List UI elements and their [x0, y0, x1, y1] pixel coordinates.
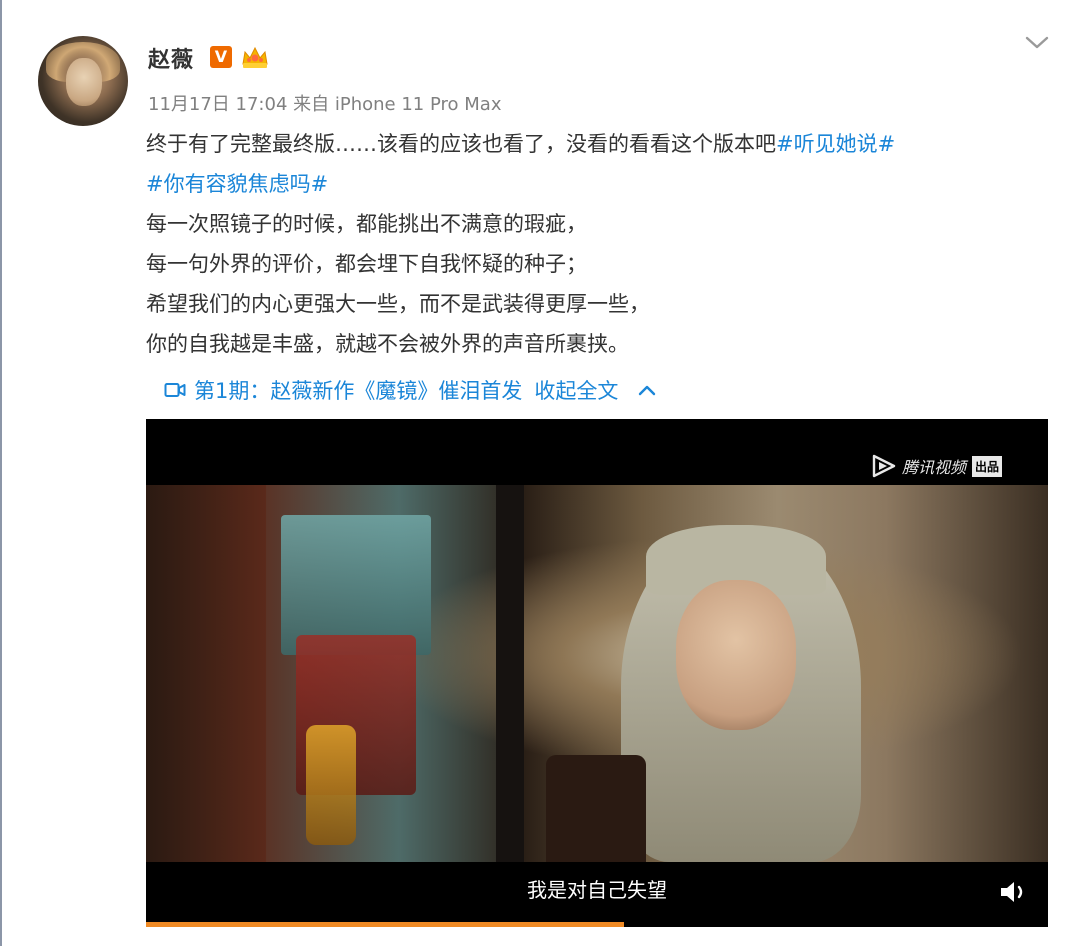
video-link-row: 第1期：赵薇新作《魔镜》催泪首发 收起全文 [164, 370, 656, 410]
chevron-down-icon[interactable] [1024, 32, 1050, 52]
verified-v-icon: V [210, 46, 232, 68]
post-intro-text: 终于有了完整最终版……该看的应该也看了，没看的看看这个版本吧 [146, 132, 776, 156]
tencent-play-icon [872, 454, 896, 478]
avatar-face [66, 58, 102, 106]
username[interactable]: 赵薇 [148, 42, 194, 74]
frame-dark-divider [496, 485, 524, 862]
video-player[interactable]: 腾讯视频 出品 我是对自己失望 [146, 419, 1048, 927]
video-link[interactable]: 第1期：赵薇新作《魔镜》催泪首发 [194, 375, 522, 405]
avatar[interactable] [38, 36, 128, 126]
post-timestamp[interactable]: 11月17日 17:04 [148, 94, 287, 115]
frame-yellow-object [306, 725, 356, 845]
post-line-3: 希望我们的内心更强大一些，而不是武装得更厚一些， [146, 292, 650, 316]
video-progress-fill [146, 922, 625, 927]
weibo-post-card: 赵薇 V 11月17日 17:04 来自 iPhone 11 Pro Max 终… [0, 0, 1080, 946]
video-camera-icon [164, 383, 186, 397]
collapse-text-link[interactable]: 收起全文 [534, 375, 618, 405]
hashtag-appearance-anxiety[interactable]: #你有容貌焦虑吗# [146, 172, 328, 196]
video-progress-bar[interactable] [146, 922, 1048, 927]
frame-teal-box [281, 515, 431, 655]
chevron-up-icon[interactable] [638, 384, 656, 396]
tencent-logo-badge: 出品 [972, 455, 1003, 477]
post-line-2: 每一句外界的评价，都会埋下自我怀疑的种子； [146, 252, 587, 276]
frame-handbag [546, 755, 646, 862]
tencent-video-logo: 腾讯视频 出品 [870, 453, 1003, 479]
video-subtitle: 我是对自己失望 [527, 878, 667, 902]
post-text: 终于有了完整最终版……该看的应该也看了，没看的看看这个版本吧#听见她说# #你有容… [146, 124, 1056, 364]
frame-person-face [676, 580, 796, 730]
source-prefix: 来自 [293, 94, 330, 115]
source-device: iPhone 11 Pro Max [334, 94, 502, 115]
hashtag-listen-to-her[interactable]: #听见她说# [776, 132, 895, 156]
crown-member-icon[interactable] [240, 44, 270, 70]
post-line-4: 你的自我越是丰盛，就越不会被外界的声音所裹挟。 [146, 332, 629, 356]
post-intro: 终于有了完整最终版……该看的应该也看了，没看的看看这个版本吧#听见她说# #你有容… [146, 124, 1056, 204]
video-frame[interactable] [146, 485, 1048, 862]
post-meta: 11月17日 17:04 来自 iPhone 11 Pro Max [148, 90, 501, 116]
tencent-logo-text: 腾讯视频 [902, 458, 967, 477]
frame-left-blur [146, 485, 266, 862]
post-line-1: 每一次照镜子的时候，都能挑出不满意的瑕疵， [146, 212, 587, 236]
volume-icon[interactable] [998, 879, 1030, 905]
